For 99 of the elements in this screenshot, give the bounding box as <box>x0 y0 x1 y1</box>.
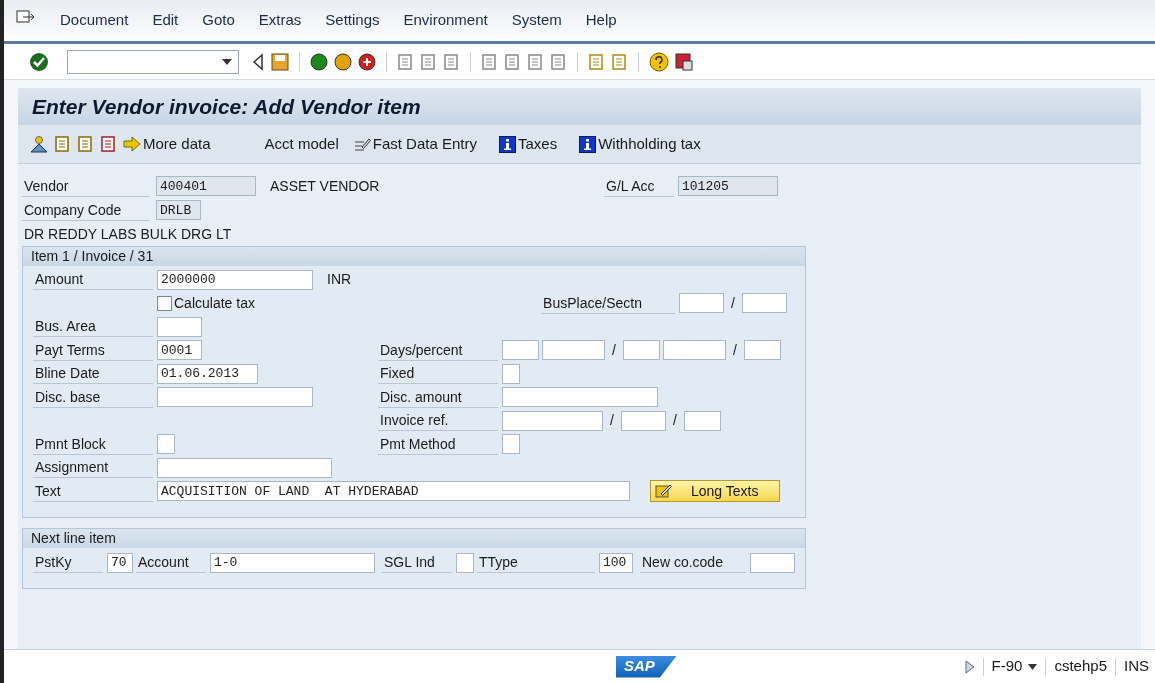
command-field[interactable] <box>67 49 239 74</box>
input-field[interactable] <box>743 340 781 361</box>
info-icon <box>579 135 597 153</box>
expand-triangle-icon[interactable] <box>964 659 975 674</box>
field-label: Bus. Area <box>33 316 153 338</box>
screen-title: Enter Vendor invoice: Add Vendor item <box>32 93 421 120</box>
input-field[interactable]: 0001 <box>157 340 202 361</box>
menu-icon[interactable] <box>16 9 36 26</box>
layout-icon[interactable] <box>675 52 693 71</box>
field-label: TType <box>477 552 595 573</box>
input-field[interactable] <box>157 387 313 408</box>
field-label: Assignment <box>33 457 153 479</box>
toolbar-button[interactable]: Fast Data Entry <box>352 132 477 156</box>
input-field[interactable] <box>620 410 666 431</box>
input-field[interactable] <box>542 340 605 361</box>
field-label: Amount <box>33 269 153 291</box>
input-field[interactable]: 70 <box>107 552 133 573</box>
input-field[interactable] <box>157 457 332 478</box>
vendor-name: ASSET VENDOR <box>270 176 380 196</box>
field-label: Pmnt Block <box>33 433 153 455</box>
input-field[interactable] <box>742 293 787 314</box>
company-code-field[interactable]: DRLB <box>156 200 201 220</box>
menu-item[interactable]: Document <box>50 9 139 32</box>
field-label: Fixed <box>378 363 498 385</box>
checkbox-label: Calculate tax <box>174 293 255 313</box>
info-icon <box>498 135 516 153</box>
input-field[interactable] <box>502 434 520 455</box>
field-label: Disc. base <box>33 386 153 408</box>
menu-item[interactable]: Goto <box>192 9 245 32</box>
field-label: Invoice ref. <box>378 410 498 432</box>
gl-account-field[interactable]: 101205 <box>678 176 778 196</box>
field-label: New co.code <box>640 552 746 573</box>
dropdown-caret-icon[interactable] <box>222 58 232 65</box>
menu-item[interactable]: Settings <box>315 9 390 32</box>
field-label: Pmt Method <box>378 433 498 455</box>
input-field[interactable] <box>157 316 202 337</box>
company-name: DR REDDY LABS BULK DRG LT <box>23 225 233 244</box>
system-name: cstehp5 <box>1054 656 1107 677</box>
toolbar-button[interactable]: Taxes <box>498 132 558 156</box>
section-header: Item 1 / Invoice / 31 <box>23 247 805 266</box>
input-field[interactable] <box>683 410 721 431</box>
dropdown-caret-icon[interactable] <box>1028 663 1038 670</box>
save-icon[interactable] <box>271 52 289 71</box>
pencil-note-icon <box>655 483 673 500</box>
input-field[interactable] <box>157 434 175 455</box>
input-field[interactable] <box>622 340 660 361</box>
menu-item[interactable]: Extras <box>248 9 312 32</box>
input-field[interactable] <box>456 552 474 573</box>
input-field[interactable] <box>750 552 795 573</box>
input-field[interactable]: ACQUISITION OF LAND AT HYDERABAD <box>157 481 630 502</box>
input-field[interactable] <box>662 340 726 361</box>
toolbar-button[interactable]: Withholding tax <box>579 132 701 156</box>
field-label: Disc. amount <box>378 386 498 408</box>
pencil-list-icon <box>352 136 371 152</box>
currency-text: INR <box>327 270 352 290</box>
section-header: Next line item <box>23 529 805 548</box>
menu-item[interactable]: Environment <box>393 9 498 32</box>
input-field[interactable] <box>502 410 603 431</box>
input-field[interactable] <box>502 387 658 408</box>
input-field[interactable]: 01.06.2013 <box>157 363 258 384</box>
toolbar-button[interactable]: Acct model <box>264 132 339 156</box>
field-label: Payt Terms <box>33 339 153 361</box>
long-texts-button[interactable]: Long Texts <box>650 480 780 503</box>
field-label: Text <box>33 480 153 502</box>
menu-item[interactable]: Help <box>575 9 627 32</box>
field-label: PstKy <box>33 552 103 573</box>
menu-item[interactable]: System <box>501 9 572 32</box>
field-label: SGL Ind <box>382 552 452 573</box>
input-field[interactable]: 1-0 <box>210 552 375 573</box>
transaction-code[interactable]: F-90 <box>991 655 1038 678</box>
input-field[interactable]: 100 <box>599 552 633 573</box>
separator-text: / <box>730 293 736 313</box>
field-label: Days/percent <box>378 339 498 361</box>
confirm-icon[interactable] <box>29 51 49 72</box>
input-field[interactable]: 2000000 <box>157 269 313 290</box>
separator-text: / <box>731 340 738 360</box>
separator-text: / <box>611 340 617 360</box>
separator-text: / <box>609 411 615 431</box>
sap-logo: SAP <box>616 655 677 678</box>
arrow-right-icon <box>123 136 141 152</box>
field-label: G/L Acc <box>604 175 674 197</box>
field-label: Bline Date <box>33 363 153 385</box>
field-label: Vendor <box>22 175 150 197</box>
input-field[interactable] <box>502 340 539 361</box>
separator-text: / <box>671 411 678 431</box>
input-field[interactable] <box>502 363 520 384</box>
field-label: BusPlace/Sectn <box>541 292 676 314</box>
back-triangle-icon[interactable] <box>251 52 265 71</box>
document-icon[interactable] <box>54 135 71 153</box>
field-label: Account <box>136 552 206 573</box>
input-field[interactable] <box>679 293 725 314</box>
input-mode: INS <box>1124 656 1149 677</box>
help-icon[interactable] <box>649 51 669 72</box>
toolbar-button[interactable]: More data <box>123 132 211 156</box>
vendor-field[interactable]: 400401 <box>156 176 256 196</box>
checkbox[interactable] <box>157 295 172 311</box>
person-icon[interactable] <box>30 135 48 153</box>
menu-item[interactable]: Edit <box>142 9 189 32</box>
field-label: Company Code <box>22 199 150 221</box>
